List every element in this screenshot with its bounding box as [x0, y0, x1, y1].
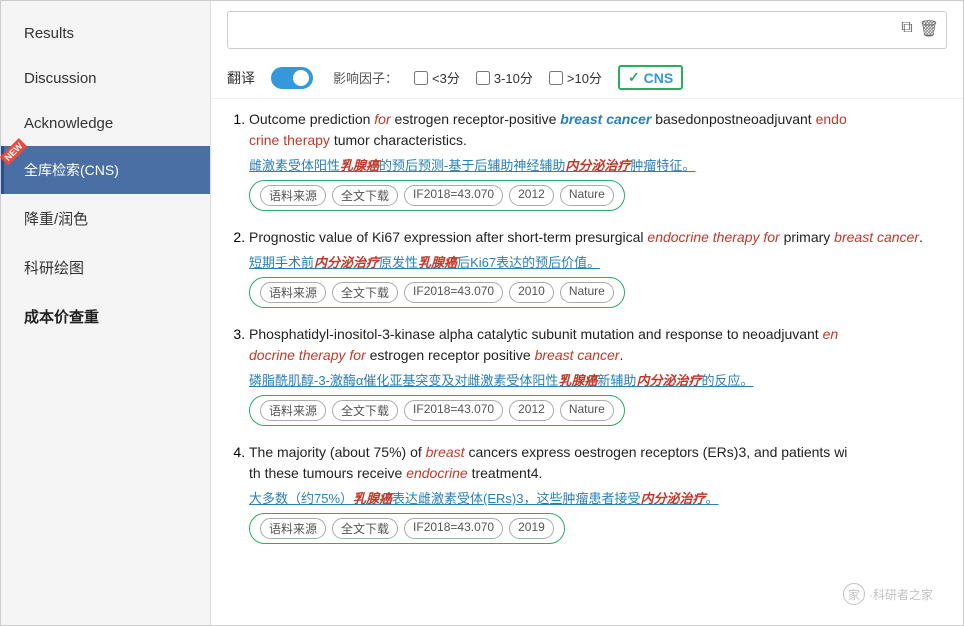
result-chinese-4: 大多数（约75%）乳腺癌表达雌激素受体(ERs)3，这些肿瘤患者接受内分泌治疗。 [249, 488, 947, 507]
translate-toggle[interactable] [271, 67, 313, 89]
filter-gt10[interactable]: >10分 [549, 68, 602, 87]
translate-label: 翻译 [227, 68, 255, 88]
copy-icon[interactable]: ⧉ [901, 19, 912, 39]
tag-fulltext-2[interactable]: 全文下载 [332, 282, 398, 303]
tag-if-1: IF2018=43.070 [404, 185, 503, 206]
tag-if-4: IF2018=43.070 [404, 518, 503, 539]
cns-checkmark: ✓ [628, 69, 640, 86]
cns-label: CNS [644, 70, 674, 86]
tag-source-4[interactable]: 语料来源 [260, 518, 326, 539]
sidebar-item-acknowledge[interactable]: Acknowledge [1, 101, 210, 146]
tag-year-3: 2012 [509, 400, 554, 421]
tag-year-1: 2012 [509, 185, 554, 206]
filter-lt3[interactable]: <3分 [414, 68, 460, 87]
tag-journal-3: Nature [560, 400, 614, 421]
tag-fulltext-1[interactable]: 全文下载 [332, 185, 398, 206]
result-chinese-1: 雌激素受体阳性乳腺癌的预后预测-基于后辅助神经辅助内分泌治疗肿瘤特征。 [249, 155, 947, 174]
result-title-4: The majority (about 75%) of breast cance… [249, 442, 947, 484]
watermark-text: ·科研者之家 [869, 586, 933, 603]
watermark: 家 ·科研者之家 [843, 583, 933, 605]
sidebar-item-discussion[interactable]: Discussion [1, 56, 210, 101]
result-item-2: Prognostic value of Ki67 expression afte… [249, 227, 947, 308]
tag-journal-1: Nature [560, 185, 614, 206]
influence-factor-label: 影响因子： [333, 68, 398, 87]
result-item-4: The majority (about 75%) of breast cance… [249, 442, 947, 544]
sidebar-item-results[interactable]: Results [1, 11, 210, 56]
search-icons: ⧉ 🗑 [901, 19, 939, 39]
sidebar-item-cns-search[interactable]: NEW 全库检索(CNS) [1, 146, 210, 194]
result-tags-2: 语料来源 全文下载 IF2018=43.070 2010 Nature [249, 277, 625, 308]
results-list: Outcome prediction for estrogen receptor… [227, 109, 947, 544]
delete-icon[interactable]: 🗑 [919, 19, 939, 39]
watermark-icon: 家 [843, 583, 865, 605]
result-chinese-2: 短期手术前内分泌治疗原发性乳腺癌后Ki67表达的预后价值。 [249, 252, 947, 271]
result-title-1: Outcome prediction for estrogen receptor… [249, 109, 947, 151]
result-title-2: Prognostic value of Ki67 expression afte… [249, 227, 947, 248]
main-content: ⧉ 🗑 翻译 影响因子： <3分 3-10分 [211, 1, 963, 625]
result-title-3: Phosphatidyl-inositol-3-kinase alpha cat… [249, 324, 947, 366]
result-tags-4: 语料来源 全文下载 IF2018=43.070 2019 [249, 513, 565, 544]
tag-year-4: 2019 [509, 518, 554, 539]
results-area: Outcome prediction for estrogen receptor… [211, 99, 963, 625]
filter-row: 翻译 影响因子： <3分 3-10分 >10分 [211, 57, 963, 99]
tag-journal-2: Nature [560, 282, 614, 303]
result-tags-1: 语料来源 全文下载 IF2018=43.070 2012 Nature [249, 180, 625, 211]
result-item-1: Outcome prediction for estrogen receptor… [249, 109, 947, 211]
result-tags-3: 语料来源 全文下载 IF2018=43.070 2012 Nature [249, 395, 625, 426]
search-input[interactable] [227, 11, 947, 49]
tag-fulltext-4[interactable]: 全文下载 [332, 518, 398, 539]
tag-source-1[interactable]: 语料来源 [260, 185, 326, 206]
result-chinese-3: 磷脂酰肌醇-3-激酶α催化亚基突变及对雌激素受体阳性乳腺癌新辅助内分泌治疗的反应… [249, 370, 947, 389]
tag-if-2: IF2018=43.070 [404, 282, 503, 303]
filter-3to10[interactable]: 3-10分 [476, 68, 533, 87]
result-item-3: Phosphatidyl-inositol-3-kinase alpha cat… [249, 324, 947, 426]
tag-source-3[interactable]: 语料来源 [260, 400, 326, 421]
tag-source-2[interactable]: 语料来源 [260, 282, 326, 303]
sidebar-item-cost-check[interactable]: 成本价查重 [1, 292, 210, 341]
cns-filter-box[interactable]: ✓ CNS [618, 65, 683, 90]
tag-fulltext-3[interactable]: 全文下载 [332, 400, 398, 421]
sidebar-item-drawing[interactable]: 科研绘图 [1, 243, 210, 292]
tag-if-3: IF2018=43.070 [404, 400, 503, 421]
sidebar-item-rewrite[interactable]: 降重/润色 [1, 194, 210, 243]
sidebar: Results Discussion Acknowledge NEW 全库检索(… [1, 1, 211, 625]
search-bar-area: ⧉ 🗑 [211, 11, 963, 57]
tag-year-2: 2010 [509, 282, 554, 303]
